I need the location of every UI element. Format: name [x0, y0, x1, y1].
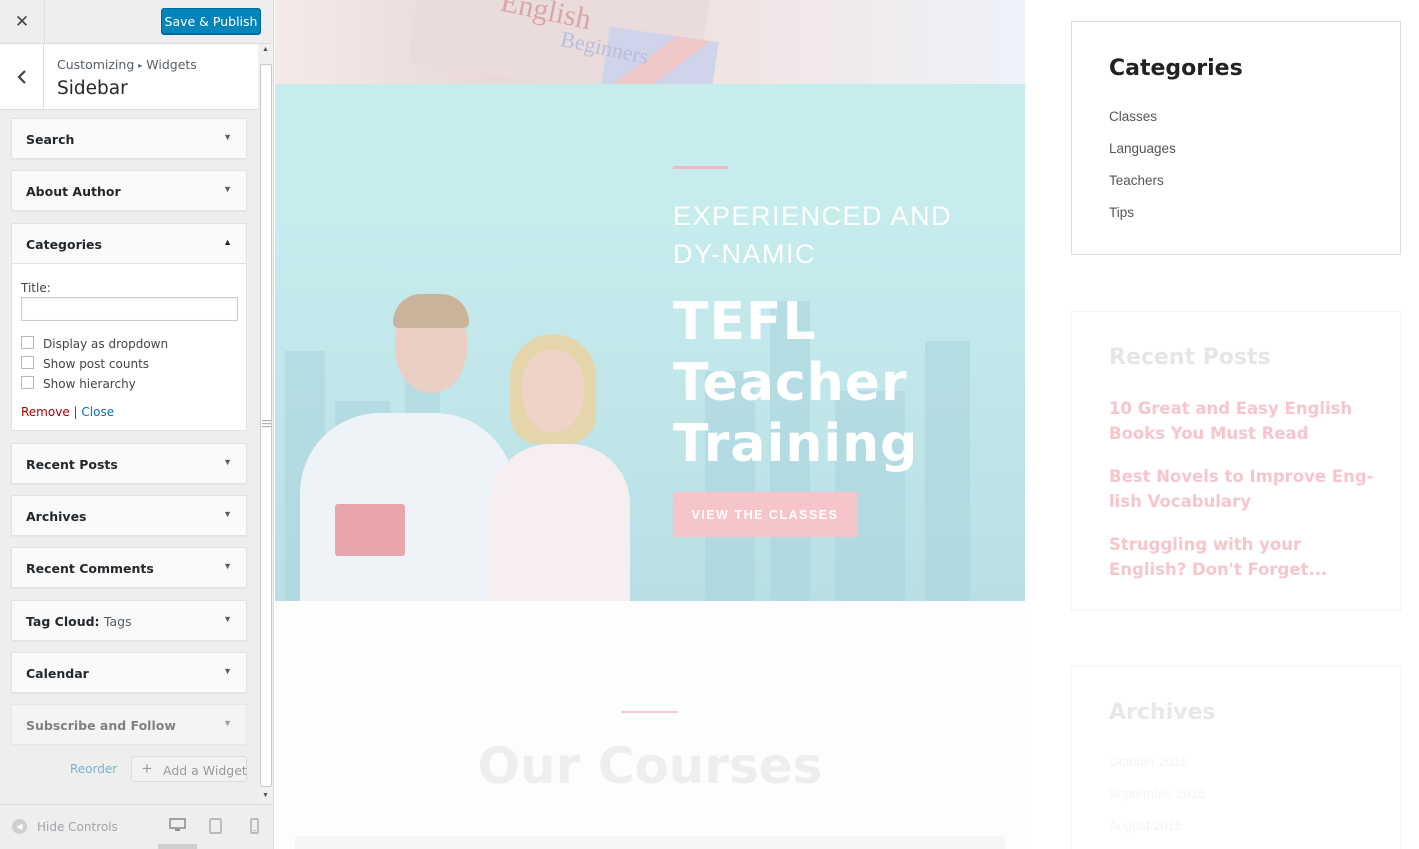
widget-recent-posts[interactable]: Recent Posts ▼ [11, 443, 247, 484]
widget-title: Recent Posts [26, 457, 118, 472]
widget-title: Calendar [26, 666, 89, 681]
hero-subtitle: EXPERIENCED AND DY-NAMIC [673, 201, 953, 269]
widget-archives[interactable]: Archives ▼ [11, 495, 247, 536]
breadcrumb-root: Customizing [57, 57, 135, 72]
widget-subscribe-follow[interactable]: Subscribe and Follow ▼ [11, 704, 247, 745]
expand-arrow-icon[interactable]: ▼ [223, 509, 232, 519]
widget-about-author[interactable]: About Author ▼ [11, 170, 247, 211]
category-link[interactable]: Teachers [1109, 173, 1164, 188]
courses-accent-line [621, 711, 678, 713]
courses-title: Our Courses [477, 737, 823, 795]
expand-arrow-icon[interactable]: ▼ [223, 184, 232, 194]
expand-arrow-icon[interactable]: ▼ [223, 457, 232, 467]
widget-title-sub: Tags [103, 614, 132, 629]
widget-title-main: Tag Cloud: [26, 614, 100, 629]
widget-title: Recent Comments [26, 561, 154, 576]
expand-arrow-icon[interactable]: ▼ [223, 614, 232, 624]
hide-controls-button[interactable]: Hide Controls [37, 820, 118, 834]
tablet-icon[interactable] [209, 818, 222, 834]
widget-title: Tag Cloud: Tags [26, 614, 132, 629]
checkbox-label: Display as dropdown [43, 337, 169, 351]
expand-arrow-icon[interactable]: ▼ [223, 561, 232, 571]
sidebar-archives-widget: Archives October 2016 September 2016 Aug… [1071, 666, 1401, 849]
chevron-left-icon [16, 70, 26, 84]
recent-post-link[interactable]: Struggling with your English? Don't Forg… [1109, 532, 1379, 582]
hero-section: EXPERIENCED AND DY-NAMIC TEFL Teacher Tr… [275, 84, 1025, 601]
archive-link[interactable]: October 2016 [1109, 754, 1188, 769]
widget-actions: Remove | Close [21, 405, 114, 419]
man-photo [300, 294, 515, 601]
archive-link[interactable]: September 2016 [1109, 786, 1205, 801]
expand-arrow-icon[interactable]: ▼ [223, 132, 232, 142]
title-field-label: Title: [21, 281, 51, 295]
widget-title: Archives [26, 509, 87, 524]
expand-arrow-icon[interactable]: ▼ [223, 666, 232, 676]
section-title: Sidebar [57, 78, 128, 99]
widget-recent-comments[interactable]: Recent Comments ▼ [11, 547, 247, 588]
remove-link[interactable]: Remove [21, 405, 70, 419]
scroll-up-arrow-icon[interactable]: ▲ [262, 46, 269, 53]
hero-accent-line [673, 166, 728, 169]
courses-section: Our Courses [275, 601, 1025, 849]
link-separator: | [73, 405, 78, 419]
checkbox[interactable] [21, 356, 34, 369]
customizer-header: ✕ Save & Publish [0, 0, 273, 44]
checkbox[interactable] [21, 336, 34, 349]
desktop-icon[interactable] [169, 818, 186, 832]
recent-posts-heading: Recent Posts [1109, 345, 1271, 370]
header-image: English Beginners [275, 0, 1025, 84]
breadcrumb: Customizing ▸ Widgets [57, 57, 197, 72]
add-widget-label: Add a Widget [163, 763, 247, 778]
customizer-footer: ◀ Hide Controls [0, 804, 273, 849]
category-link[interactable]: Tips [1109, 205, 1134, 220]
sidebar-recent-posts-widget: Recent Posts 10 Great and Easy English B… [1071, 311, 1401, 611]
widget-categories: Categories ▲ Title: Display as dropdown … [11, 223, 247, 431]
collapse-arrow-icon[interactable]: ▲ [223, 237, 232, 247]
plus-icon: + [142, 759, 152, 778]
course-cards-strip [295, 836, 1005, 849]
widget-title: About Author [26, 184, 121, 199]
breadcrumb-current: Widgets [146, 57, 197, 72]
archive-link[interactable]: August 2016 [1109, 818, 1182, 833]
title-input[interactable] [21, 297, 238, 321]
sidebar-categories-widget: Categories Classes Languages Teachers Ti… [1071, 21, 1401, 255]
back-button[interactable] [0, 44, 44, 110]
close-link[interactable]: Close [81, 405, 114, 419]
widget-title: Search [26, 132, 75, 147]
categories-heading: Categories [1109, 56, 1243, 81]
close-customizer-button[interactable]: ✕ [0, 0, 45, 44]
save-publish-button[interactable]: Save & Publish [161, 8, 261, 35]
archives-heading: Archives [1109, 700, 1216, 725]
widget-title: Categories [26, 237, 102, 252]
expand-arrow-icon[interactable]: ▼ [223, 718, 232, 728]
customizer-panel: ✕ Save & Publish Customizing ▸ Widgets Sid… [0, 0, 274, 849]
hero-title: TEFL Teacher Training [673, 292, 919, 474]
view-classes-button[interactable]: VIEW THE CLASSES [673, 492, 857, 537]
resize-grip-icon[interactable]: — — — [262, 416, 271, 431]
section-header: Customizing ▸ Widgets Sidebar [0, 44, 258, 110]
checkbox-label: Show hierarchy [43, 377, 136, 391]
widget-tag-cloud[interactable]: Tag Cloud: Tags ▼ [11, 600, 247, 641]
close-icon: ✕ [14, 12, 30, 32]
add-widget-button[interactable]: + Add a Widget [131, 756, 247, 782]
widget-calendar[interactable]: Calendar ▼ [11, 652, 247, 693]
woman-photo [490, 334, 630, 601]
mobile-icon[interactable] [250, 818, 259, 834]
scroll-down-arrow-icon[interactable]: ▼ [262, 792, 269, 799]
active-device-indicator [158, 844, 197, 849]
widget-categories-header[interactable]: Categories ▲ [12, 224, 246, 264]
checkbox[interactable] [21, 376, 34, 389]
recent-post-link[interactable]: 10 Great and Easy English Books You Must… [1109, 396, 1379, 446]
widget-title: Subscribe and Follow [26, 718, 176, 733]
hide-controls-icon[interactable]: ◀ [12, 819, 27, 834]
site-preview: English Beginners EXPERIENCED AND DY-NAM… [275, 0, 1419, 849]
breadcrumb-separator: ▸ [138, 61, 143, 70]
category-link[interactable]: Classes [1109, 109, 1157, 124]
category-link[interactable]: Languages [1109, 141, 1176, 156]
checkbox-label: Show post counts [43, 357, 150, 371]
widget-search[interactable]: Search ▼ [11, 118, 247, 159]
recent-post-link[interactable]: Best Novels to Improve Eng-lish Vocabula… [1109, 464, 1379, 514]
reorder-link[interactable]: Reorder [70, 762, 117, 776]
